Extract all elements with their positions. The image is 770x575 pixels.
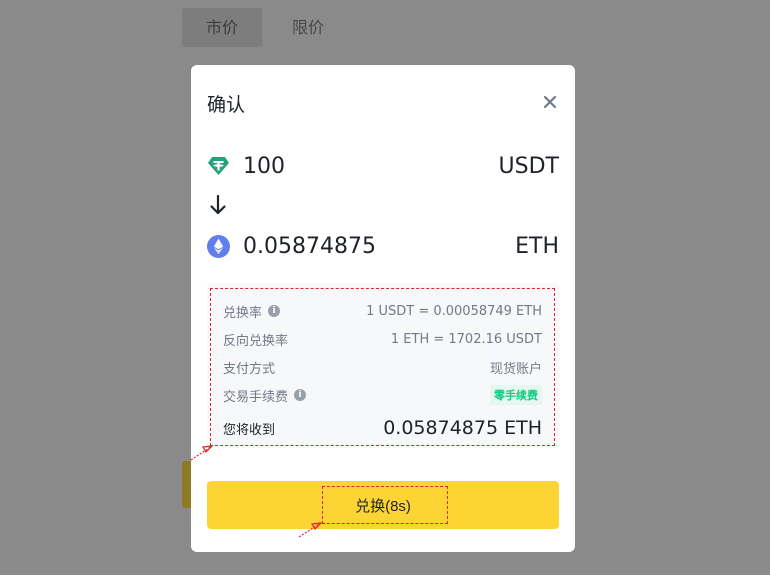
rate-value: 1 USDT = 0.00058749 ETH xyxy=(366,303,542,319)
info-icon[interactable]: i xyxy=(268,305,281,317)
tab-market[interactable]: 市价 xyxy=(182,8,262,47)
order-type-tabs: 市价 限价 xyxy=(182,8,348,47)
fee-row: 交易手续费 i 零手续费 xyxy=(223,385,542,405)
to-token-row: 0.05874875 ETH xyxy=(207,232,559,260)
ethereum-icon xyxy=(207,234,230,258)
dialog-title: 确认 xyxy=(207,94,246,116)
rate-row: 兑换率 i 1 USDT = 0.00058749 ETH xyxy=(223,301,542,321)
payment-method-value: 现货账户 xyxy=(489,361,542,377)
reverse-rate-row: 反向兑换率 1 ETH = 1702.16 USDT xyxy=(223,329,542,349)
to-symbol: ETH xyxy=(515,233,559,259)
from-token-row: 100 USDT xyxy=(207,152,559,180)
receive-row: 您将收到 0.05874875 ETH xyxy=(223,415,542,441)
fee-label: 交易手续费 xyxy=(223,389,289,405)
from-symbol: USDT xyxy=(498,153,559,179)
tether-icon xyxy=(208,157,229,175)
receive-label: 您将收到 xyxy=(223,422,276,438)
from-amount: 100 xyxy=(243,153,285,179)
zero-fee-badge: 零手续费 xyxy=(490,385,542,405)
receive-value: 0.05874875 ETH xyxy=(383,417,542,439)
convert-button-label: 兑换(8s) xyxy=(355,497,411,515)
to-amount: 0.05874875 xyxy=(243,233,376,259)
info-icon[interactable]: i xyxy=(294,389,307,401)
tab-limit[interactable]: 限价 xyxy=(268,8,348,47)
reverse-rate-value: 1 ETH = 1702.16 USDT xyxy=(390,331,542,347)
arrow-down-icon xyxy=(210,194,226,215)
confirm-dialog: 确认 100 USDT 0.05874875 ETH 兑换率 i 1 USDT =… xyxy=(191,65,575,552)
payment-method-label: 支付方式 xyxy=(223,361,276,377)
reverse-rate-label: 反向兑换率 xyxy=(223,333,289,349)
convert-button[interactable]: 兑换(8s) xyxy=(207,481,559,529)
close-icon[interactable] xyxy=(542,94,558,110)
payment-method-row: 支付方式 现货账户 xyxy=(223,357,542,377)
rate-label: 兑换率 xyxy=(223,305,263,321)
